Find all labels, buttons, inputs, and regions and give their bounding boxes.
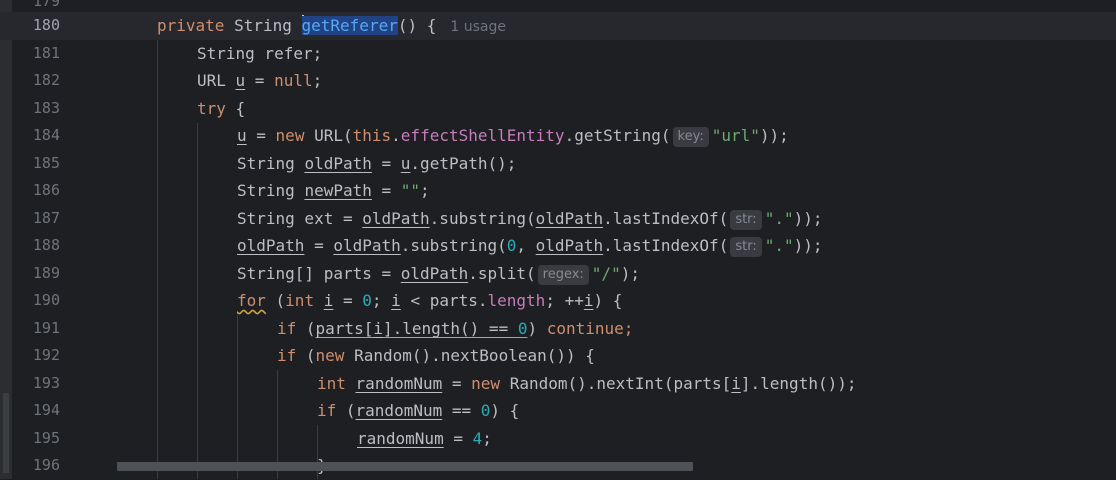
line-number[interactable]: 189 — [12, 260, 60, 288]
code-line-184[interactable]: 184 u = new URL(this.effectShellEntity.g… — [0, 122, 1116, 150]
line-number[interactable]: 180 — [12, 12, 60, 40]
code-line-180[interactable]: 180 private String getReferer() {1 usage — [0, 12, 1116, 40]
line-number[interactable]: 195 — [12, 425, 60, 453]
code-text[interactable]: for (int i = 0; i < parts.length; ++i) { — [237, 287, 622, 315]
usage-hint[interactable]: 1 usage — [450, 19, 506, 35]
line-number[interactable]: 190 — [12, 287, 60, 315]
param-hint: regex: — [537, 265, 589, 285]
code-line-192[interactable]: 192 if (new Random().nextBoolean()) { — [0, 342, 1116, 370]
line-number[interactable]: 185 — [12, 150, 60, 178]
line-number[interactable]: 191 — [12, 315, 60, 343]
code-text[interactable]: u = new URL(this.effectShellEntity.getSt… — [237, 122, 789, 150]
line-number[interactable]: 183 — [12, 95, 60, 123]
code-line-186[interactable]: 186 String newPath = ""; — [0, 177, 1116, 205]
code-line-181[interactable]: 181 String refer; — [0, 40, 1116, 68]
code-line-191[interactable]: 191 if (parts[i].length() == 0) continue… — [0, 315, 1116, 343]
line-number[interactable]: 192 — [12, 342, 60, 370]
code-text[interactable]: String refer; — [197, 40, 322, 68]
code-line-193[interactable]: 193 int randomNum = new Random().nextInt… — [0, 370, 1116, 398]
code-line-182[interactable]: 182 URL u = null; — [0, 67, 1116, 95]
code-text[interactable]: URL u = null; — [197, 67, 322, 95]
code-text[interactable]: String oldPath = u.getPath(); — [237, 150, 516, 178]
line-number[interactable]: 194 — [12, 397, 60, 425]
line-number[interactable]: 186 — [12, 177, 60, 205]
code-editor[interactable]: 179 180 private String getReferer() {1 u… — [0, 0, 1116, 479]
code-text[interactable]: String[] parts = oldPath.split(regex: "/"… — [237, 260, 640, 288]
code-line-194[interactable]: 194 if (randomNum == 0) { — [0, 397, 1116, 425]
partial-line-number: 179 — [33, 0, 61, 10]
horizontal-scrollbar-thumb[interactable] — [117, 462, 693, 471]
code-text[interactable]: private String getReferer() {1 usage — [157, 12, 506, 40]
line-number[interactable]: 187 — [12, 205, 60, 233]
code-text[interactable]: if (randomNum == 0) { — [317, 397, 519, 425]
param-hint: str: — [730, 210, 762, 230]
code-text[interactable]: int randomNum = new Random().nextInt(par… — [317, 370, 856, 398]
code-line-189[interactable]: 189 String[] parts = oldPath.split(regex… — [0, 260, 1116, 288]
param-hint: key: — [672, 127, 709, 147]
line-number[interactable]: 193 — [12, 370, 60, 398]
code-line-188[interactable]: 188 oldPath = oldPath.substring(0, oldPa… — [0, 232, 1116, 260]
code-line-187[interactable]: 187 String ext = oldPath.substring(oldPa… — [0, 205, 1116, 233]
code-line-195[interactable]: 195 randomNum = 4; — [0, 425, 1116, 453]
param-hint: str: — [730, 237, 762, 257]
line-number[interactable]: 184 — [12, 122, 60, 150]
code-text[interactable]: try { — [197, 95, 245, 123]
code-text[interactable]: if (new Random().nextBoolean()) { — [277, 342, 595, 370]
code-text[interactable]: oldPath = oldPath.substring(0, oldPath.l… — [237, 232, 823, 260]
code-line-185[interactable]: 185 String oldPath = u.getPath(); — [0, 150, 1116, 178]
line-number[interactable]: 181 — [12, 40, 60, 68]
code-text[interactable]: String newPath = ""; — [237, 177, 430, 205]
line-number[interactable]: 188 — [12, 232, 60, 260]
code-line-190[interactable]: 190 for (int i = 0; i < parts.length; ++… — [0, 287, 1116, 315]
line-number[interactable]: 196 — [12, 452, 60, 480]
code-text[interactable]: randomNum = 4; — [357, 425, 492, 453]
code-text[interactable]: String ext = oldPath.substring(oldPath.l… — [237, 205, 823, 233]
code-line-183[interactable]: 183 try { — [0, 95, 1116, 123]
code-text[interactable]: if (parts[i].length() == 0) continue; — [277, 315, 633, 343]
line-number[interactable]: 182 — [12, 67, 60, 95]
